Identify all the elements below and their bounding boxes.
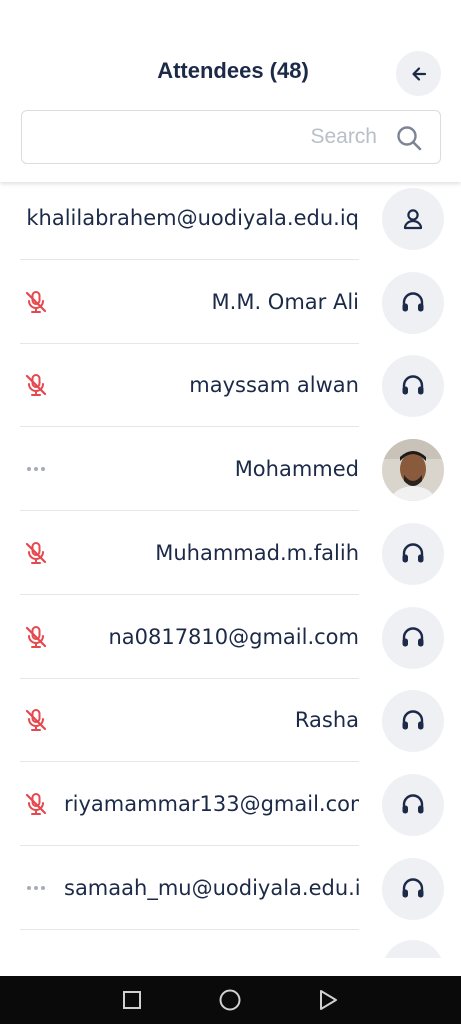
mic-muted-icon	[25, 374, 47, 397]
attendee-name: Muhammad.m.falih	[155, 540, 359, 565]
arrow-left-icon	[411, 66, 426, 81]
mic-muted-icon	[25, 709, 47, 732]
avatar	[382, 439, 444, 502]
search-icon	[397, 126, 422, 151]
attendee-status	[22, 874, 50, 902]
back-nav-button[interactable]	[316, 988, 340, 1012]
headset-icon	[402, 794, 424, 814]
list-item[interactable]: Mohammed	[0, 427, 461, 512]
home-button[interactable]	[218, 988, 242, 1012]
avatar	[382, 606, 444, 669]
circle-icon	[219, 989, 241, 1011]
attendee-status	[22, 790, 50, 818]
attendee-status	[22, 623, 50, 651]
back-button[interactable]	[396, 51, 441, 96]
recents-button[interactable]	[120, 988, 144, 1012]
attendee-status	[22, 539, 50, 567]
avatar	[382, 355, 444, 418]
list-item[interactable]: samaah_mu@uodiyala.edu.iq	[0, 846, 461, 930]
avatar	[382, 271, 444, 334]
mic-muted-icon	[25, 625, 47, 648]
triangle-back-icon	[320, 990, 337, 1010]
attendee-status	[22, 706, 50, 734]
attendee-name: riyamammar133@gmail.com	[64, 791, 359, 816]
attendee-status	[22, 288, 50, 316]
list-item[interactable]: mayssam alwan	[0, 343, 461, 428]
attendee-name: na0817810@gmail.com	[108, 624, 359, 649]
more-dots-icon	[27, 885, 45, 890]
attendee-name: Rasha	[294, 708, 359, 733]
attendee-name: khalilabrahem@uodiyala.edu.iq	[26, 206, 359, 230]
square-icon	[123, 991, 141, 1009]
user-icon	[403, 209, 423, 230]
search-placeholder: Search	[310, 125, 377, 148]
mic-muted-icon	[25, 290, 47, 313]
attendee-name: mayssam alwan	[189, 373, 359, 398]
list-bottom-edge	[0, 958, 461, 976]
attendee-status	[22, 455, 50, 483]
headset-icon	[402, 877, 424, 898]
list-item[interactable]: khalilabrahem@uodiyala.edu.iq	[0, 176, 461, 260]
list-item[interactable]: Rasha	[0, 678, 461, 763]
headset-icon	[402, 626, 424, 646]
list-item[interactable]: M.M. Omar Ali	[0, 260, 461, 344]
system-navigation-bar	[0, 976, 461, 1024]
attendees-header: Attendees (48) Search	[0, 0, 461, 182]
list-item[interactable]: na0817810@gmail.com	[0, 595, 461, 679]
avatar	[382, 690, 444, 753]
headset-icon	[402, 543, 424, 563]
attendee-name: M.M. Omar Ali	[211, 289, 359, 314]
list-item[interactable]: riyamammar133@gmail.com	[0, 762, 461, 846]
avatar	[382, 773, 444, 836]
attendee-name: samaah_mu@uodiyala.edu.iq	[64, 875, 359, 900]
avatar	[382, 188, 444, 250]
mic-muted-icon	[25, 792, 47, 815]
mic-muted-icon	[25, 541, 47, 564]
attendee-name: Mohammed	[234, 457, 359, 482]
more-dots-icon	[27, 467, 45, 472]
headset-icon	[402, 291, 424, 312]
list-item[interactable]: Muhammad.m.falih	[0, 511, 461, 595]
headset-icon	[402, 710, 424, 730]
page-title: Attendees (48)	[157, 58, 309, 83]
attendee-status	[22, 371, 50, 399]
search-input[interactable]: Search	[21, 110, 441, 164]
headset-icon	[402, 375, 424, 395]
profile-photo	[382, 439, 444, 502]
avatar	[382, 857, 444, 920]
avatar	[382, 522, 444, 585]
